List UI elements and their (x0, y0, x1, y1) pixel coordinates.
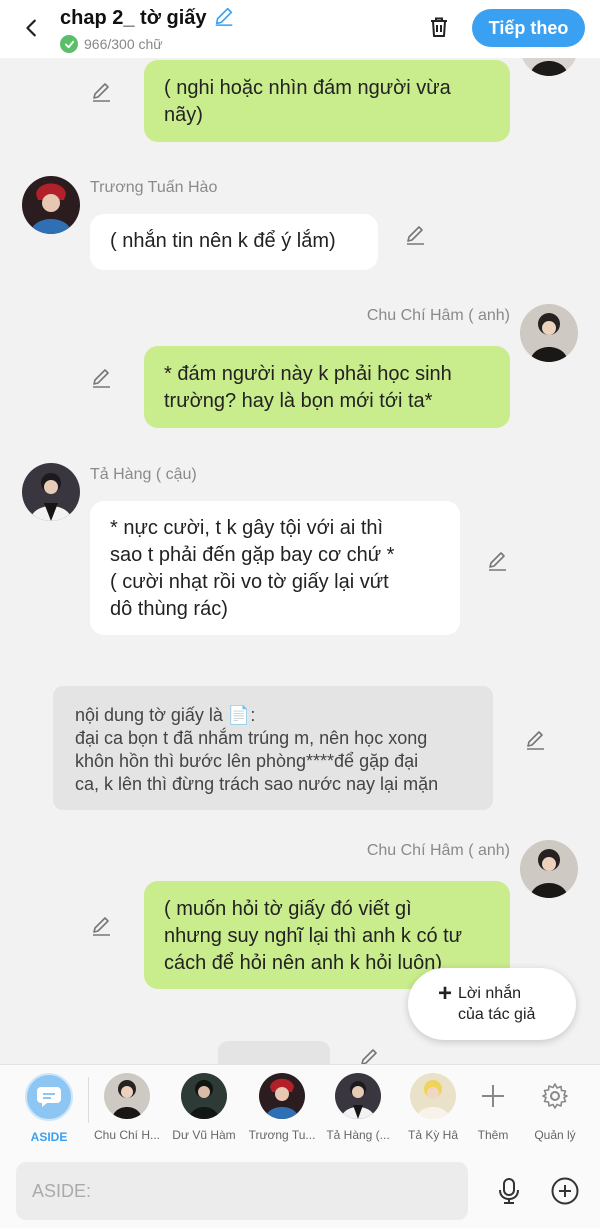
plus-circle-icon (551, 1177, 579, 1205)
edit-message-icon[interactable] (486, 549, 510, 573)
microphone-button[interactable] (494, 1176, 524, 1206)
title-block: chap 2_ tờ giấy 966/300 chữ (60, 5, 235, 53)
word-count: 966/300 chữ (84, 36, 163, 52)
edit-message-icon[interactable] (90, 366, 114, 390)
gear-icon (532, 1073, 578, 1119)
input-bar (0, 1152, 600, 1228)
chapter-title[interactable]: chap 2_ tờ giấy (60, 7, 207, 30)
delete-button[interactable] (424, 12, 454, 42)
plus-icon (470, 1073, 516, 1119)
avatar (181, 1073, 227, 1119)
top-bar: chap 2_ tờ giấy 966/300 chữ Tiếp theo (0, 0, 600, 58)
check-icon (60, 35, 78, 53)
trash-icon (431, 17, 447, 37)
plus-icon: + (438, 980, 453, 1007)
sender-name: Chu Chí Hâm ( anh) (366, 842, 510, 859)
edit-title-icon[interactable] (213, 5, 235, 32)
avatar[interactable] (22, 176, 80, 234)
character-label: Dư Vũ Hàm (172, 1128, 236, 1142)
message-input[interactable] (16, 1162, 468, 1220)
character-item[interactable]: Chu Chí H... (89, 1073, 165, 1142)
chat-area[interactable]: ( nghi hoặc nhìn đám người vừa nãy) Trươ… (0, 58, 600, 1064)
manage-label: Quản lý (534, 1128, 576, 1142)
message-bubble[interactable]: * nực cười, t k gây tội với ai thì sao t… (90, 501, 460, 635)
character-label: Trương Tu... (248, 1128, 316, 1142)
sender-name: Chu Chí Hâm ( anh) (366, 307, 510, 324)
character-item[interactable]: Trương Tu... (244, 1073, 320, 1142)
aside-bubble[interactable] (218, 1041, 330, 1064)
character-label: Chu Chí H... (93, 1128, 161, 1142)
character-bar: ASIDE Chu Chí H... Dư Vũ Hàm Trương Tu..… (0, 1064, 600, 1152)
avatar[interactable] (520, 304, 578, 362)
author-note-label: Lời nhắn của tác giả (458, 985, 536, 1023)
message-bubble[interactable]: ( nghi hoặc nhìn đám người vừa nãy) (144, 60, 510, 142)
sender-name: Trương Tuấn Hào (90, 179, 218, 196)
manage-button[interactable]: Quản lý (517, 1073, 593, 1142)
add-attachment-button[interactable] (550, 1176, 580, 1206)
avatar (335, 1073, 381, 1119)
message-bubble[interactable]: ( nhắn tin nên k để ý lắm) (90, 214, 378, 270)
aside-bubble[interactable]: nội dung tờ giấy là 📄: đại ca bọn t đã n… (53, 686, 493, 810)
character-item[interactable]: Tả Hàng (... (320, 1073, 396, 1142)
avatar (259, 1073, 305, 1119)
microphone-icon (499, 1178, 519, 1204)
edit-message-icon[interactable] (524, 728, 548, 752)
message-bubble[interactable]: * đám người này k phải học sinh trường? … (144, 346, 510, 428)
avatar[interactable] (22, 463, 80, 521)
edit-message-icon[interactable] (90, 80, 114, 104)
back-button[interactable] (14, 10, 50, 46)
avatar (410, 1073, 456, 1119)
aside-icon (25, 1073, 73, 1121)
chevron-left-icon (26, 19, 36, 37)
edit-message-icon[interactable] (90, 914, 114, 938)
avatar (104, 1073, 150, 1119)
edit-message-icon[interactable] (404, 223, 428, 247)
avatar[interactable] (520, 840, 578, 898)
character-aside[interactable]: ASIDE (11, 1073, 87, 1144)
sender-name: Tả Hàng ( cậu) (90, 466, 197, 483)
character-item[interactable]: Dư Vũ Hàm (166, 1073, 242, 1142)
character-label: Tả Hàng (... (326, 1128, 390, 1142)
avatar[interactable] (520, 58, 578, 76)
edit-message-icon[interactable] (358, 1046, 382, 1064)
author-note-button[interactable]: + Lời nhắn của tác giả (408, 968, 576, 1040)
character-label: ASIDE (30, 1130, 68, 1144)
next-button[interactable]: Tiếp theo (472, 9, 585, 47)
